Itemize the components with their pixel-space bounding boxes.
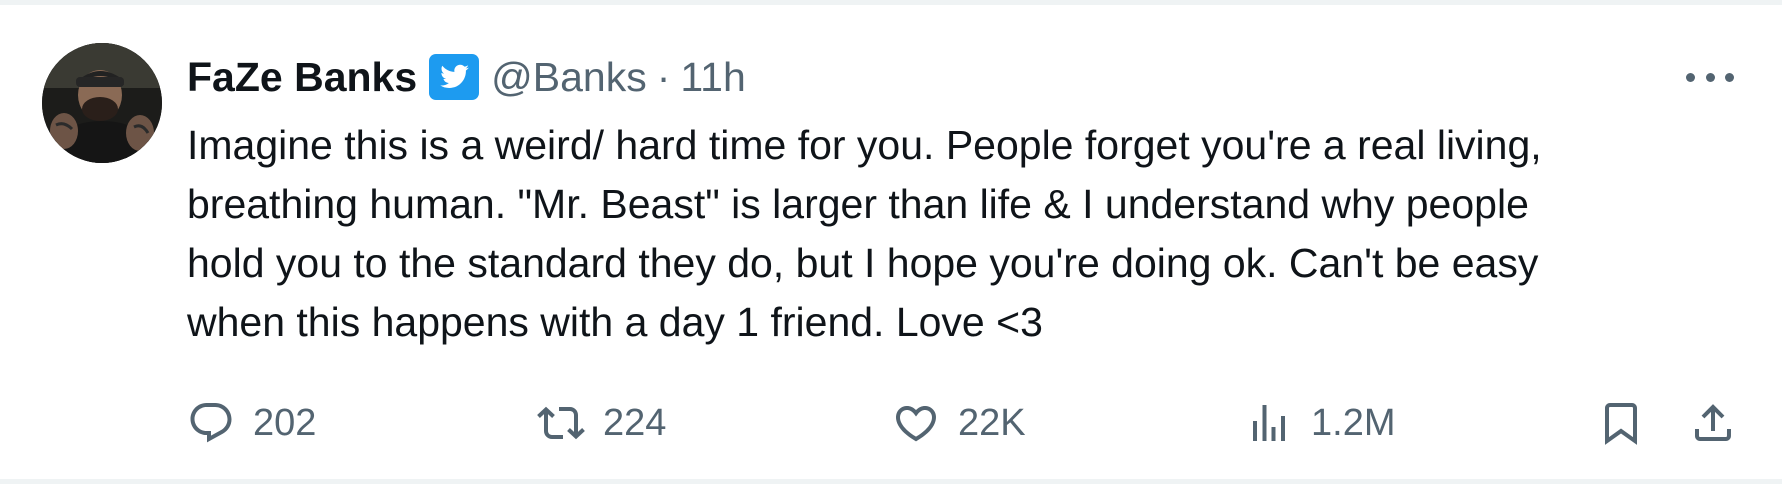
retweet-icon: [537, 406, 585, 440]
tweet-text: Imagine this is a weird/ hard time for y…: [187, 116, 1727, 352]
reply-icon: [190, 403, 232, 443]
views-button[interactable]: 1.2M: [1245, 393, 1395, 453]
reply-button[interactable]: 202: [187, 393, 316, 453]
retweet-button[interactable]: 224: [537, 393, 666, 453]
tweet-card: FaZe Banks @Banks · 11h Imagine this is …: [0, 0, 1782, 484]
tweet-text-line: hold you to the standard they do, but I …: [187, 240, 1539, 286]
tweet-text-line: breathing human. "Mr. Beast" is larger t…: [187, 181, 1529, 227]
separator-dot: ·: [656, 53, 671, 100]
like-count: 22K: [958, 401, 1026, 444]
author-handle[interactable]: @Banks: [491, 54, 647, 101]
views-icon: [1253, 405, 1285, 441]
heart-icon: [895, 406, 937, 442]
tweet-text-line: when this happens with a day 1 friend. L…: [187, 299, 1043, 345]
more-dots-icon[interactable]: [1686, 65, 1734, 89]
avatar[interactable]: [42, 43, 162, 163]
tweet-text-line: Imagine this is a weird/ hard time for y…: [187, 122, 1542, 168]
timestamp[interactable]: 11h: [680, 54, 745, 101]
reply-count: 202: [253, 401, 317, 444]
twitter-bird-verified-icon: [429, 54, 480, 100]
share-icon: [1695, 404, 1731, 441]
tweet-actions: 202 224 22K 1.2M: [187, 393, 1747, 453]
share-button[interactable]: [1689, 393, 1737, 453]
bookmark-icon: [1605, 403, 1637, 445]
author-name[interactable]: FaZe Banks: [187, 54, 417, 101]
tweet-header: FaZe Banks @Banks · 11h: [187, 49, 746, 105]
bookmark-button[interactable]: [1597, 393, 1645, 453]
views-count: 1.2M: [1311, 401, 1396, 444]
retweet-count: 224: [603, 401, 667, 444]
like-button[interactable]: 22K: [892, 393, 1026, 453]
